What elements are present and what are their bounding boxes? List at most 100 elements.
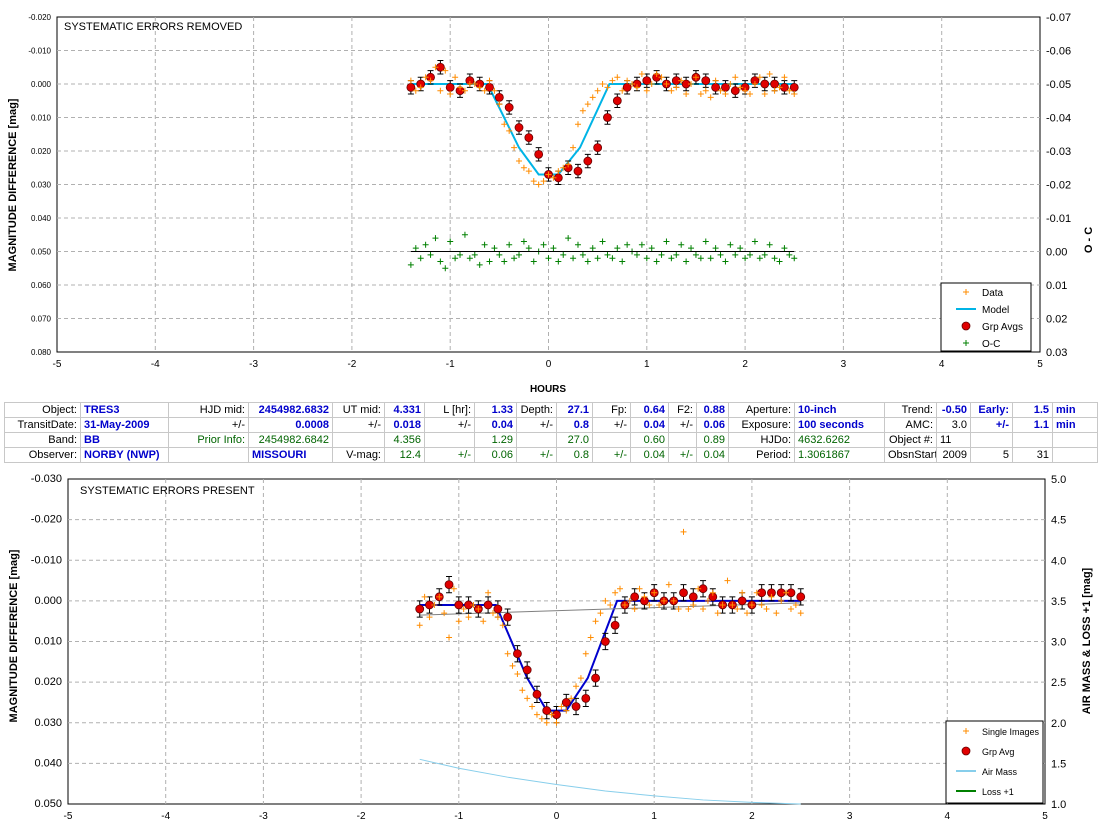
info-cell: BB xyxy=(80,432,169,448)
bottom-legend: Single Images Grp Avg Air Mass Loss +1 xyxy=(945,720,1044,804)
info-cell xyxy=(424,432,475,448)
info-cell: 2454982.6832 xyxy=(248,402,333,418)
y2-tick-label: -0.02 xyxy=(1046,180,1071,192)
legend-label: Grp Avg xyxy=(982,747,1014,757)
y2-tick-label: 4.0 xyxy=(1051,555,1066,567)
info-cell: Period: xyxy=(728,447,795,463)
info-cell: +/- xyxy=(668,417,697,433)
group-average-point xyxy=(701,76,711,86)
legend-label: Single Images xyxy=(982,727,1040,737)
group-average-point xyxy=(493,604,503,614)
y-tick-label: -0.030 xyxy=(31,473,62,485)
info-row: Band: BB Prior Info: 2454982.6842 4.356 1.29 2… xyxy=(4,432,1098,448)
x-tick-label: 0 xyxy=(546,359,552,370)
info-cell: +/- xyxy=(970,417,1013,433)
x-tick-label: 0 xyxy=(554,811,560,822)
info-cell xyxy=(592,432,631,448)
info-cell: 0.0008 xyxy=(248,417,333,433)
y-tick-label: 0.070 xyxy=(31,315,52,324)
info-cell: 4.331 xyxy=(384,402,425,418)
group-average-point xyxy=(796,592,806,602)
legend-label: Model xyxy=(982,305,1009,316)
info-cell: 2454982.6842 xyxy=(248,432,333,448)
info-cell: -0.50 xyxy=(936,402,971,418)
top-x-tick-labels: -5 -4 -3 -2 -1 0 1 2 3 4 5 xyxy=(53,359,1044,370)
x-tick-label: -5 xyxy=(53,359,62,370)
info-cell: 0.04 xyxy=(696,447,729,463)
x-tick-label: 5 xyxy=(1042,811,1048,822)
y2-tick-label: 3.0 xyxy=(1051,637,1066,649)
x-tick-label: -5 xyxy=(64,811,73,822)
info-cell: 0.64 xyxy=(630,402,669,418)
group-average-point xyxy=(494,93,504,102)
info-cell: Aperture: xyxy=(728,402,795,418)
info-cell: NORBY (NWP) xyxy=(80,447,169,463)
group-average-point xyxy=(679,588,688,598)
info-cell: 31 xyxy=(1012,447,1053,463)
info-cell: +/- xyxy=(424,417,475,433)
legend-marker xyxy=(961,746,971,756)
x-tick-label: 4 xyxy=(939,359,945,370)
y2-tick-label: -0.03 xyxy=(1046,146,1071,158)
info-cell: 0.8 xyxy=(556,417,593,433)
group-average-point xyxy=(445,82,455,92)
group-average-point xyxy=(730,86,740,96)
x-tick-label: 3 xyxy=(841,359,847,370)
info-cell: 11 xyxy=(936,432,971,448)
y-tick-label: 0.020 xyxy=(31,147,52,156)
x-tick-label: 2 xyxy=(742,359,748,370)
group-average-point xyxy=(406,82,416,92)
info-cell: AMC: xyxy=(884,417,937,433)
group-average-point xyxy=(513,649,522,659)
y-tick-label: 0.030 xyxy=(34,717,62,729)
info-cell: 27.1 xyxy=(556,402,593,418)
group-average-point xyxy=(415,604,425,614)
bottom-y-tick-labels: -0.030 -0.020 -0.010 0.000 0.010 0.020 0.030 0.… xyxy=(31,473,62,810)
y-tick-label: 0.050 xyxy=(31,248,52,257)
info-cell xyxy=(1012,432,1053,448)
info-cell: +/- xyxy=(332,417,385,433)
group-average-point xyxy=(522,665,532,675)
info-cell: 10-inch xyxy=(794,402,885,418)
top-y-tick-labels: -0.020 -0.010 0.000 0.010 0.020 0.030 0.040 0.0… xyxy=(28,13,51,357)
group-average-point xyxy=(600,637,610,646)
x-tick-label: 1 xyxy=(651,811,657,822)
group-average-point xyxy=(789,82,799,92)
group-average-point xyxy=(642,76,652,86)
group-average-point xyxy=(610,620,620,630)
group-average-point xyxy=(688,592,698,602)
info-row: Observer: NORBY (NWP) MISSOURI V-mag: 12.4 +/… xyxy=(4,447,1098,463)
info-cell: 0.06 xyxy=(474,447,517,463)
group-average-point xyxy=(583,156,593,166)
info-cell: +/- xyxy=(168,417,249,433)
top-x-axis-label: HOURS xyxy=(530,384,566,395)
info-cell: +/- xyxy=(516,417,557,433)
x-tick-label: -2 xyxy=(347,359,356,370)
info-cell: +/- xyxy=(592,447,631,463)
info-cell: 0.06 xyxy=(696,417,729,433)
info-cell: Depth: xyxy=(516,402,557,418)
info-cell: F2: xyxy=(668,402,697,418)
group-average-point xyxy=(581,693,591,703)
x-tick-label: -4 xyxy=(161,811,170,822)
info-cell: 0.89 xyxy=(696,432,729,448)
y2-tick-label: 4.5 xyxy=(1051,515,1066,527)
info-cell xyxy=(970,432,1013,448)
x-tick-label: 4 xyxy=(945,811,951,822)
group-average-point xyxy=(514,123,524,132)
y-tick-label: 0.020 xyxy=(34,676,62,688)
info-cell: +/- xyxy=(424,447,475,463)
y2-tick-label: 2.0 xyxy=(1051,718,1066,730)
info-cell: MISSOURI xyxy=(248,447,333,463)
info-cell: ObsnStartDate: xyxy=(884,447,937,463)
info-cell: TRES3 xyxy=(80,402,169,418)
info-cell xyxy=(168,447,249,463)
y-tick-label: 0.010 xyxy=(31,114,52,123)
info-cell xyxy=(668,432,697,448)
y-tick-label: 0.050 xyxy=(34,798,62,810)
info-cell: 0.04 xyxy=(630,447,669,463)
y-tick-label: 0.060 xyxy=(31,281,52,290)
top-y2-tick-labels: -0.07 -0.06 -0.05 -0.04 -0.03 -0.02 -0.01 0.00 0… xyxy=(1046,12,1071,359)
info-cell: 0.04 xyxy=(630,417,669,433)
info-cell: 0.8 xyxy=(556,447,593,463)
